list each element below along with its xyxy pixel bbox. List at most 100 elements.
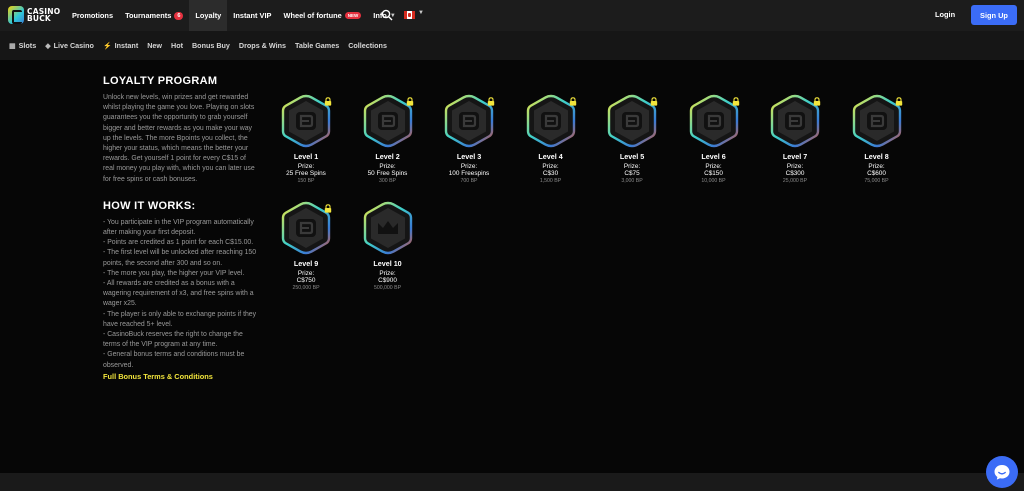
prize-value: 50 Free Spins [367, 170, 408, 177]
level-badge [524, 94, 578, 148]
category-collections[interactable]: Collections [348, 41, 396, 50]
prize-label: Prize: [297, 163, 315, 170]
prize-label: Prize: [297, 270, 315, 277]
level-badge [279, 94, 333, 148]
casino-logo[interactable]: CASINO BUCK [8, 6, 60, 24]
level-badge [361, 201, 415, 255]
list-item: - The more you play, the higher your VIP… [103, 269, 245, 277]
b-logo-icon [866, 112, 887, 130]
chat-icon [994, 465, 1010, 480]
list-item: - General bonus terms and conditions mus… [103, 351, 245, 369]
level-card[interactable]: Level 1 Prize: 25 Free Spins 150 BP [278, 94, 334, 184]
b-logo-icon [296, 219, 316, 237]
b-logo-icon [703, 112, 724, 130]
prize-value: C$750 [296, 277, 316, 284]
search-icon[interactable] [381, 9, 393, 21]
level-badge [605, 94, 659, 148]
new-badge: NEW [344, 12, 362, 19]
canada-flag-icon[interactable] [404, 11, 415, 19]
list-item: - The first level will be unlocked after… [103, 249, 257, 267]
level-card[interactable]: Level 10 Prize: C$900 500,000 BP [360, 201, 416, 291]
logo-icon [8, 6, 24, 24]
nav-promotions[interactable]: Promotions [66, 0, 119, 31]
level-card[interactable]: Level 4 Prize: C$30 1,500 BP [523, 94, 579, 184]
tournaments-count-badge: 6 [174, 11, 184, 20]
level-badge [361, 94, 415, 148]
top-header: CASINO BUCK Promotions Tournaments 6 Loya… [0, 0, 1024, 31]
prize-label: Prize: [868, 163, 885, 170]
level-card[interactable]: Level 6 Prize: C$150 10,000 BP [686, 94, 742, 184]
points-required: 25,000 BP [782, 178, 808, 184]
level-card[interactable]: Level 9 Prize: C$750 250,000 BP [278, 201, 334, 291]
points-required: 500,000 BP [373, 285, 402, 291]
points-required: 250,000 BP [292, 285, 320, 291]
b-logo-icon [622, 112, 642, 130]
list-item: - Points are credited as 1 point for eac… [103, 239, 254, 247]
lock-icon [895, 97, 902, 106]
prize-label: Prize: [379, 270, 396, 277]
lock-icon [650, 97, 658, 106]
prize-label: Prize: [542, 163, 559, 170]
nav-tournaments[interactable]: Tournaments 6 [119, 0, 189, 31]
level-name: Level 5 [619, 152, 645, 161]
prize-value: C$600 [867, 170, 886, 177]
category-hot[interactable]: Hot [171, 41, 192, 50]
level-badge [687, 94, 741, 148]
nav-instant-vip[interactable]: Instant VIP [227, 0, 277, 31]
slots-icon: ▦ [9, 42, 16, 50]
page-title: LOYALTY PROGRAM [103, 75, 218, 87]
level-badge [279, 201, 333, 255]
chat-button[interactable] [986, 456, 1018, 488]
b-logo-icon [785, 112, 805, 130]
list-item: - All rewards are credited as a bonus wi… [103, 280, 254, 308]
bonus-terms-link[interactable]: Full Bonus Terms & Conditions [103, 372, 258, 381]
level-badge [442, 94, 496, 148]
points-required: 700 BP [460, 178, 478, 184]
nav-wheel-of-fortune[interactable]: Wheel of fortune NEW [277, 0, 367, 31]
prize-label: Prize: [786, 163, 804, 170]
level-name: Level 3 [456, 152, 482, 161]
prize-value: C$300 [785, 170, 805, 177]
category-bonus-buy[interactable]: Bonus Buy [192, 41, 239, 50]
level-badge [768, 94, 822, 148]
logo-line-2: BUCK [27, 14, 51, 23]
how-it-works-list: - You participate in the VIP program aut… [103, 218, 258, 371]
points-required: 10,000 BP [701, 178, 726, 184]
prize-label: Prize: [623, 163, 641, 170]
level-card[interactable]: Level 5 Prize: C$75 3,000 BP [604, 94, 660, 184]
lock-icon [324, 204, 332, 213]
category-slots[interactable]: ▦ Slots [9, 41, 45, 50]
chevron-down-icon[interactable]: ▼ [418, 10, 424, 16]
level-card[interactable]: Level 2 Prize: 50 Free Spins 300 BP [360, 94, 416, 184]
lock-icon [406, 97, 413, 106]
level-badge [850, 94, 904, 148]
category-table-games[interactable]: Table Games [295, 41, 348, 50]
points-required: 3,000 BP [621, 178, 643, 184]
list-item: - CasinoBuck reserves the right to chang… [103, 331, 243, 349]
footer-bar [0, 473, 1024, 491]
prize-value: C$150 [704, 170, 723, 177]
b-logo-icon [296, 112, 316, 130]
category-instant[interactable]: ⚡ Instant [103, 41, 147, 50]
level-card[interactable]: Level 7 Prize: C$300 25,000 BP [767, 94, 823, 184]
prize-value: C$30 [542, 170, 559, 177]
points-required: 75,000 BP [864, 178, 889, 184]
lock-icon [813, 97, 821, 106]
loyalty-description: Unlock new levels, win prizes and get re… [103, 94, 255, 183]
b-logo-icon [377, 112, 398, 130]
bolt-icon: ⚡ [102, 42, 112, 50]
login-button[interactable]: Login [935, 10, 955, 19]
nav-loyalty[interactable]: Loyalty [189, 0, 228, 31]
main-nav: Promotions Tournaments 6 Loyalty Instant … [66, 0, 402, 31]
signup-button[interactable]: Sign Up [971, 5, 1017, 25]
level-name: Level 6 [701, 152, 726, 161]
category-new[interactable]: New [147, 41, 171, 50]
lock-icon [732, 97, 739, 106]
level-card[interactable]: Level 3 Prize: 100 Freespins 700 BP [441, 94, 497, 184]
category-drops-wins[interactable]: Drops & Wins [239, 41, 295, 50]
category-live-casino[interactable]: ◆ Live Casino [45, 41, 103, 50]
level-card[interactable]: Level 8 Prize: C$600 75,000 BP [849, 94, 905, 184]
prize-value: 100 Freespins [448, 170, 490, 177]
points-required: 150 BP [297, 178, 315, 184]
level-name: Level 2 [375, 152, 400, 161]
